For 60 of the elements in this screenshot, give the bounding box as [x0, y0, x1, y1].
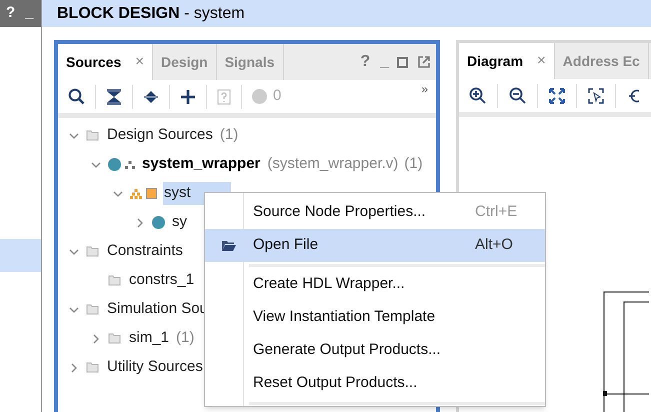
- zoom-in-icon[interactable]: [469, 87, 486, 104]
- select-area-icon[interactable]: [588, 88, 604, 104]
- folder-icon: [108, 333, 122, 344]
- hierarchy-icon: [130, 188, 142, 198]
- folder-icon: [86, 130, 100, 141]
- folder-icon: [108, 275, 122, 286]
- fit-icon[interactable]: [549, 88, 565, 104]
- tree-item[interactable]: Constraints: [106, 240, 184, 263]
- item-count: (1): [404, 154, 423, 174]
- chevron-down-icon[interactable]: [113, 188, 123, 198]
- window-button[interactable]: _: [25, 2, 34, 25]
- close-icon[interactable]: ×: [537, 50, 546, 72]
- chevron-down-icon[interactable]: [91, 160, 101, 170]
- float-icon[interactable]: [418, 56, 430, 68]
- expand-all-icon[interactable]: [143, 88, 159, 104]
- tree-item[interactable]: Utility Sources: [106, 356, 204, 379]
- tab[interactable]: Sources ×: [58, 44, 154, 80]
- menu-item[interactable]: Open File Alt+O: [205, 229, 545, 262]
- folder-icon: [221, 240, 237, 252]
- tree-item[interactable]: Design Sources: [106, 124, 214, 147]
- shortcut-label: Alt+O: [475, 235, 514, 256]
- chevron-down-icon[interactable]: [69, 304, 79, 314]
- folder-icon: [86, 304, 100, 315]
- chevron-right-icon[interactable]: [91, 334, 101, 344]
- item-count: (1): [220, 125, 238, 146]
- more-button[interactable]: »: [421, 80, 428, 98]
- tree-item[interactable]: system_wrapper: [141, 153, 262, 176]
- chevron-right-icon[interactable]: [69, 362, 79, 372]
- item-count: (1): [176, 328, 194, 348]
- add-icon[interactable]: [180, 88, 196, 104]
- menu-item[interactable]: Create HDL Wrapper...: [205, 268, 545, 301]
- folder-icon: [86, 246, 100, 257]
- search-icon[interactable]: [68, 88, 85, 105]
- menu-item[interactable]: Generate Output Products...: [205, 334, 545, 367]
- file-name: (system_wrapper.v): [267, 154, 398, 174]
- tree-item[interactable]: sim_1: [128, 327, 170, 350]
- shortcut-label: Ctrl+E: [475, 202, 518, 222]
- tab[interactable]: Diagram ×: [459, 43, 555, 79]
- help-button[interactable]: ?: [360, 50, 370, 74]
- zoom-out-icon[interactable]: [509, 87, 526, 104]
- collapse-all-icon[interactable]: [106, 88, 122, 104]
- chevron-right-icon[interactable]: [135, 218, 145, 228]
- warning-count: 0: [273, 86, 282, 106]
- block-icon: [146, 188, 157, 199]
- window-button[interactable]: ?: [6, 2, 16, 25]
- chevron-down-icon[interactable]: [69, 246, 79, 256]
- maximize-icon[interactable]: [397, 56, 408, 68]
- header-title: BLOCK DESIGN: [57, 4, 180, 24]
- help-icon[interactable]: [217, 88, 231, 104]
- header-subtitle: - system: [183, 4, 245, 24]
- chevron-down-icon[interactable]: [69, 130, 79, 140]
- tree-item[interactable]: constrs_1: [128, 269, 196, 292]
- close-icon[interactable]: ×: [135, 50, 144, 74]
- hierarchy-icon: [125, 160, 135, 168]
- menu-item[interactable]: View Instantiation Template: [205, 301, 545, 334]
- folder-icon: [86, 362, 100, 373]
- minimize-button[interactable]: _: [380, 50, 389, 74]
- selected-row: [0, 239, 41, 272]
- tree-item[interactable]: sy: [171, 211, 188, 234]
- menu-item[interactable]: Reset Output Products...: [205, 367, 545, 400]
